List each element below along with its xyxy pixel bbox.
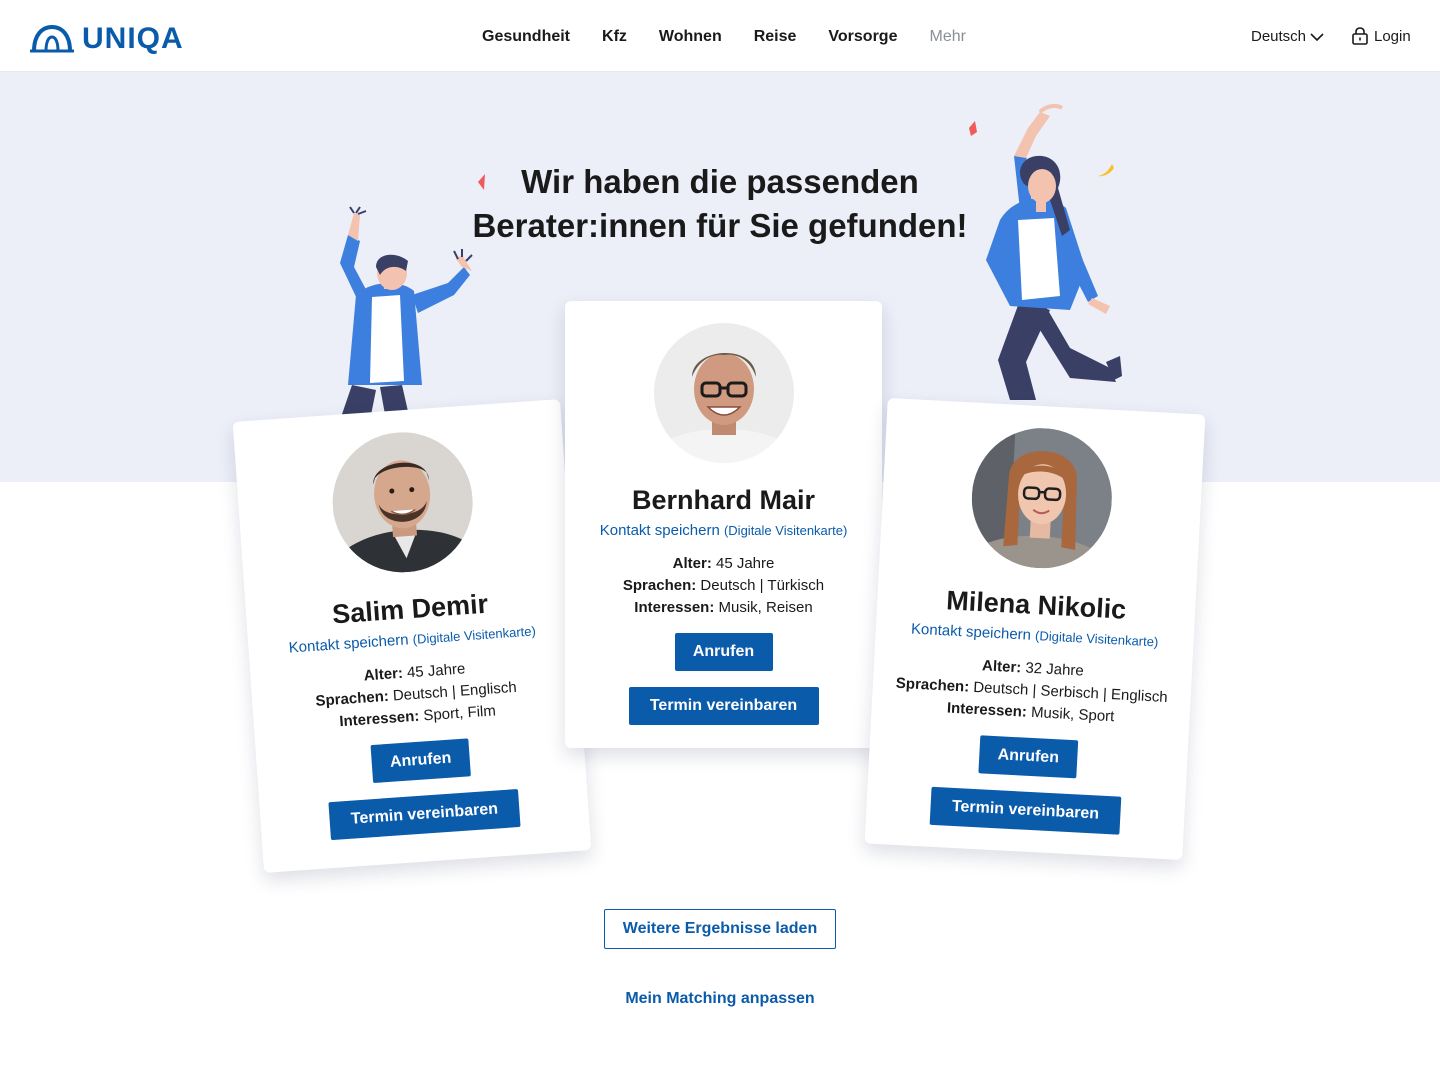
- age-value: 45 Jahre: [406, 660, 466, 682]
- page-title: Wir haben die passenden Berater:innen fü…: [440, 160, 1000, 248]
- age-value: 45 Jahre: [715, 555, 775, 572]
- advisor-card: Bernhard Mair Kontakt speichern (Digital…: [565, 301, 882, 748]
- interests-label: Interessen:: [946, 699, 1028, 721]
- chevron-down-icon: [1310, 32, 1324, 41]
- advisor-portrait-image: [327, 427, 478, 578]
- advisor-portrait-image: [968, 424, 1116, 572]
- call-button[interactable]: Anrufen: [674, 633, 773, 671]
- languages-label: Sprachen:: [895, 674, 970, 696]
- interests-value: Musik, Reisen: [718, 599, 813, 616]
- nav-item-reise[interactable]: Reise: [754, 28, 797, 46]
- headline-line-2: Berater:innen für Sie gefunden!: [472, 207, 968, 244]
- save-contact-sub: (Digitale Visitenkarte): [412, 623, 537, 647]
- nav-item-kfz[interactable]: Kfz: [602, 28, 627, 46]
- nav-item-mehr[interactable]: Mehr: [929, 28, 965, 46]
- advisor-name: Bernhard Mair: [631, 485, 816, 515]
- confetti-icon: [478, 174, 485, 190]
- advisor-portrait-image: [653, 323, 794, 463]
- interests-value: Musik, Sport: [1030, 703, 1115, 726]
- book-appointment-button[interactable]: Termin vereinbaren: [328, 788, 521, 841]
- languages-label: Sprachen:: [622, 577, 697, 594]
- age-label: Alter:: [672, 555, 712, 572]
- book-appointment-button[interactable]: Termin vereinbaren: [929, 786, 1122, 835]
- nav-item-gesundheit[interactable]: Gesundheit: [482, 28, 570, 46]
- adjust-matching-link[interactable]: Mein Matching anpassen: [560, 990, 880, 1008]
- advisor-photo: [327, 427, 478, 578]
- interests-label: Interessen:: [338, 707, 420, 731]
- save-contact-sub: (Digitale Visitenkarte): [723, 523, 848, 538]
- advisor-card: Milena Nikolic Kontakt speichern (Digita…: [864, 397, 1206, 861]
- call-button[interactable]: Anrufen: [978, 735, 1079, 779]
- languages-label: Sprachen:: [314, 687, 390, 710]
- nav-item-wohnen[interactable]: Wohnen: [659, 28, 722, 46]
- book-appointment-button[interactable]: Termin vereinbaren: [628, 687, 819, 725]
- language-label: Deutsch: [1251, 28, 1307, 45]
- interests-value: Sport, Film: [422, 702, 497, 725]
- cheering-man-illustration: [340, 206, 473, 420]
- site-header: UNIQA Gesundheit Kfz Wohnen Reise Vorsor…: [0, 0, 1440, 72]
- headline-line-1: Wir haben die passenden: [521, 163, 919, 200]
- save-contact-label: Kontakt speichern: [910, 620, 1032, 644]
- uniqa-logo-icon: [30, 25, 74, 53]
- save-contact-label: Kontakt speichern: [599, 522, 720, 539]
- save-contact-label: Kontakt speichern: [288, 631, 410, 657]
- jumping-woman-illustration: [986, 103, 1122, 400]
- lock-icon: [1352, 27, 1368, 45]
- age-value: 32 Jahre: [1024, 659, 1085, 680]
- advisor-photo: [653, 323, 794, 463]
- main-nav: Gesundheit Kfz Wohnen Reise Vorsorge Meh…: [482, 28, 966, 46]
- save-contact-link[interactable]: Kontakt speichern (Digitale Visitenkarte…: [565, 522, 882, 539]
- age-label: Alter:: [981, 657, 1022, 677]
- login-link[interactable]: Login: [1352, 27, 1411, 45]
- advisor-photo: [968, 424, 1116, 572]
- uniqa-logo[interactable]: UNIQA: [30, 22, 184, 56]
- interests-label: Interessen:: [634, 599, 715, 616]
- logo-text: UNIQA: [82, 22, 184, 55]
- login-label: Login: [1374, 27, 1411, 45]
- advisor-facts: Alter: 45 Jahre Sprachen: Deutsch | Türk…: [565, 553, 882, 619]
- nav-item-vorsorge[interactable]: Vorsorge: [828, 28, 897, 46]
- languages-value: Deutsch | Türkisch: [700, 577, 825, 594]
- load-more-button[interactable]: Weitere Ergebnisse laden: [604, 909, 836, 949]
- advisor-card: Salim Demir Kontakt speichern (Digitale …: [232, 399, 592, 873]
- age-label: Alter:: [363, 664, 404, 685]
- language-select[interactable]: Deutsch: [1251, 28, 1324, 45]
- save-contact-sub: (Digitale Visitenkarte): [1034, 628, 1159, 650]
